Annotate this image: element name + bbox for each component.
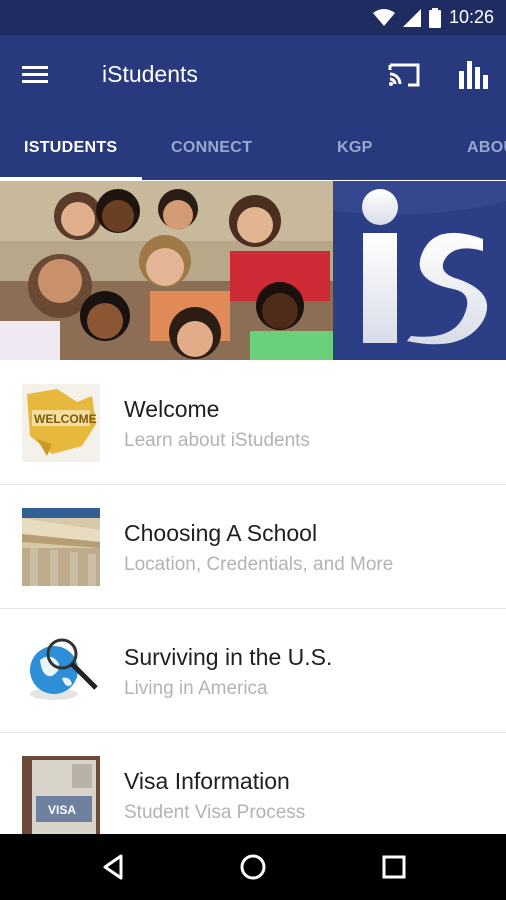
status-time: 10:26: [448, 7, 494, 27]
svg-text:VISA: VISA: [48, 803, 76, 817]
cast-icon: [388, 63, 420, 87]
globe-magnifier-icon: [22, 632, 100, 710]
list-item-subtitle: Student Visa Process: [124, 802, 306, 823]
list-item-subtitle: Living in America: [124, 678, 268, 699]
svg-text:WELCOME: WELCOME: [34, 412, 97, 426]
wifi-icon: [372, 8, 395, 26]
visa-icon: VISA: [22, 756, 100, 834]
bar-chart-icon: [459, 61, 488, 89]
list-item-welcome[interactable]: WELCOME Welcome Learn about iStudents: [0, 360, 506, 485]
tab-kgp[interactable]: KGP: [337, 116, 373, 180]
list-item-title: Choosing A School: [124, 520, 318, 546]
signal-icon: [402, 8, 421, 27]
menu-button[interactable]: [20, 60, 50, 90]
hero-banner: [0, 181, 506, 360]
list-item-title: Visa Information: [124, 768, 290, 794]
status-bar: 10:26: [0, 0, 506, 35]
home-icon: [240, 854, 266, 880]
back-button[interactable]: [99, 852, 129, 882]
list-item-visa-information[interactable]: VISA Visa Information Student Visa Proce…: [0, 732, 506, 834]
list-item-subtitle: Learn about iStudents: [124, 430, 310, 451]
students-group-photo: [0, 181, 333, 360]
istudents-logo: [333, 181, 506, 345]
tab-about[interactable]: ABOUT: [467, 116, 506, 180]
list-item-subtitle: Location, Credentials, and More: [124, 554, 394, 575]
istudents-logo-panel: [333, 181, 506, 360]
list-item-choosing-a-school[interactable]: Choosing A School Location, Credentials,…: [0, 484, 506, 609]
battery-icon: [428, 7, 441, 28]
system-nav-bar: [0, 834, 506, 900]
recents-button[interactable]: [379, 852, 409, 882]
list-item-title: Surviving in the U.S.: [124, 644, 333, 670]
list-item-title: Welcome: [124, 396, 220, 422]
back-icon: [103, 854, 123, 880]
tab-bar: ISTUDENTS CONNECT KGP ABOUT: [0, 116, 506, 180]
cast-button[interactable]: [386, 57, 422, 93]
list-item-surviving-in-the-us[interactable]: Surviving in the U.S. Living in America: [0, 608, 506, 733]
stats-button[interactable]: [456, 57, 490, 93]
app-title: iStudents: [102, 61, 198, 87]
menu-list: WELCOME Welcome Learn about iStudents Ch…: [0, 360, 506, 834]
welcome-icon: WELCOME: [22, 384, 100, 462]
tab-connect[interactable]: CONNECT: [171, 116, 252, 180]
home-button[interactable]: [238, 852, 268, 882]
app-bar: iStudents: [0, 35, 506, 116]
university-icon: [22, 508, 100, 586]
menu-icon: [22, 66, 48, 83]
tab-istudents[interactable]: ISTUDENTS: [24, 116, 117, 180]
recents-icon: [382, 855, 406, 879]
